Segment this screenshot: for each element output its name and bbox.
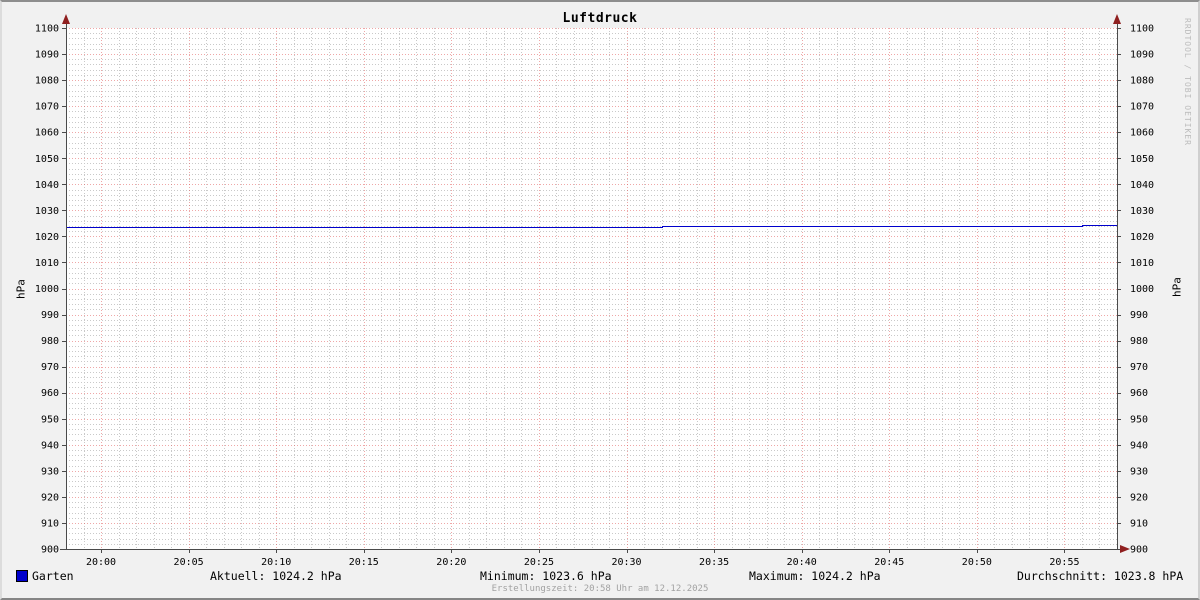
svg-text:20:30: 20:30 <box>611 557 641 568</box>
svg-text:980: 980 <box>1130 336 1148 347</box>
svg-text:910: 910 <box>41 518 59 529</box>
svg-text:990: 990 <box>41 310 59 321</box>
rrdtool-graph: Luftdruck 900 900 910 910 920 920 930 930 940 940… <box>0 0 1200 600</box>
creation-timestamp: Erstellungszeit: 20:58 Uhr am 12.12.2025 <box>491 584 709 594</box>
svg-text:1090: 1090 <box>1130 50 1154 61</box>
svg-text:900: 900 <box>1130 545 1148 556</box>
svg-text:20:05: 20:05 <box>174 557 204 568</box>
svg-text:20:00: 20:00 <box>86 557 116 568</box>
svg-text:930: 930 <box>1130 466 1148 477</box>
svg-text:920: 920 <box>1130 492 1148 503</box>
svg-text:970: 970 <box>41 362 59 373</box>
pressure-chart: 900 900 910 910 920 920 930 930 940 940 950 950 960 9… <box>35 14 1154 568</box>
svg-text:900: 900 <box>41 545 59 556</box>
svg-text:1050: 1050 <box>35 154 59 165</box>
svg-text:20:35: 20:35 <box>699 557 729 568</box>
svg-text:1030: 1030 <box>1130 206 1154 217</box>
svg-text:20:40: 20:40 <box>787 557 817 568</box>
svg-text:960: 960 <box>1130 388 1148 399</box>
svg-text:950: 950 <box>41 414 59 425</box>
svg-text:1010: 1010 <box>1130 258 1154 269</box>
svg-text:1030: 1030 <box>35 206 59 217</box>
svg-text:940: 940 <box>1130 440 1148 451</box>
svg-text:1000: 1000 <box>1130 284 1154 295</box>
y-axis-label-left: hPa <box>14 279 28 299</box>
svg-text:1020: 1020 <box>1130 232 1154 243</box>
svg-text:960: 960 <box>41 388 59 399</box>
svg-text:20:45: 20:45 <box>874 557 904 568</box>
svg-text:1100: 1100 <box>1130 24 1154 35</box>
stat-durchschnitt: Durchschnitt: 1023.8 hPA <box>1017 569 1184 583</box>
svg-text:1060: 1060 <box>35 128 59 139</box>
svg-text:940: 940 <box>41 440 59 451</box>
svg-text:1060: 1060 <box>1130 128 1154 139</box>
svg-text:1010: 1010 <box>35 258 59 269</box>
svg-text:1070: 1070 <box>1130 102 1154 113</box>
svg-text:1040: 1040 <box>35 180 59 191</box>
svg-text:20:25: 20:25 <box>524 557 554 568</box>
svg-text:20:50: 20:50 <box>962 557 992 568</box>
svg-text:20:20: 20:20 <box>436 557 466 568</box>
svg-text:1020: 1020 <box>35 232 59 243</box>
legend-series-label: Garten <box>32 569 74 583</box>
svg-text:1080: 1080 <box>35 76 59 87</box>
svg-text:910: 910 <box>1130 518 1148 529</box>
stat-maximum: Maximum: 1024.2 hPa <box>749 569 881 583</box>
y-axis-label-right: hPa <box>1170 277 1184 297</box>
svg-text:950: 950 <box>1130 414 1148 425</box>
svg-text:1090: 1090 <box>35 50 59 61</box>
svg-text:1080: 1080 <box>1130 76 1154 87</box>
svg-text:990: 990 <box>1130 310 1148 321</box>
stat-aktuell: Aktuell: 1024.2 hPa <box>210 569 342 583</box>
svg-text:20:10: 20:10 <box>261 557 291 568</box>
rrdtool-watermark: RRDTOOL / TOBI OETIKER <box>1183 18 1192 146</box>
svg-text:970: 970 <box>1130 362 1148 373</box>
svg-text:20:55: 20:55 <box>1049 557 1079 568</box>
stat-minimum: Minimum: 1023.6 hPa <box>480 569 612 583</box>
svg-text:20:15: 20:15 <box>349 557 379 568</box>
svg-text:1070: 1070 <box>35 102 59 113</box>
svg-text:920: 920 <box>41 492 59 503</box>
svg-text:1000: 1000 <box>35 284 59 295</box>
svg-text:1100: 1100 <box>35 24 59 35</box>
svg-text:1050: 1050 <box>1130 154 1154 165</box>
svg-text:1040: 1040 <box>1130 180 1154 191</box>
svg-text:980: 980 <box>41 336 59 347</box>
svg-text:930: 930 <box>41 466 59 477</box>
legend-color-swatch-garten <box>16 570 28 582</box>
